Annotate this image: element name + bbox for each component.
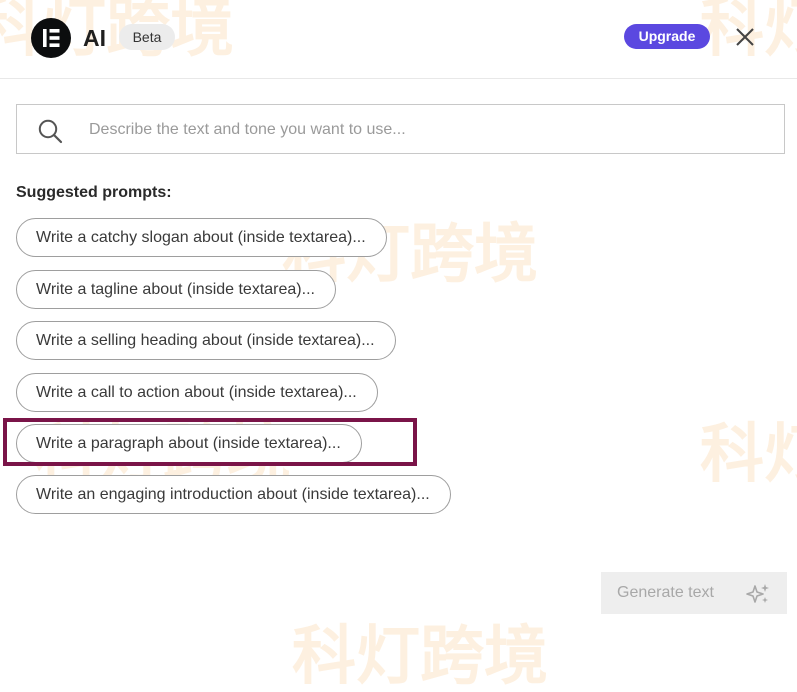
app-title: AI xyxy=(83,25,106,51)
close-icon[interactable] xyxy=(734,26,756,48)
prompt-search-field[interactable] xyxy=(16,104,785,154)
suggested-prompt-introduction[interactable]: Write an engaging introduction about (in… xyxy=(16,475,451,514)
suggested-prompt-call-to-action[interactable]: Write a call to action about (inside tex… xyxy=(16,373,378,412)
elementor-logo-icon xyxy=(31,18,71,58)
search-icon xyxy=(37,118,63,144)
watermark: 科灯跨境 xyxy=(292,620,548,692)
suggested-prompts-heading: Suggested prompts: xyxy=(16,184,172,201)
suggested-prompt-tagline[interactable]: Write a tagline about (inside textarea).… xyxy=(16,270,336,309)
generate-text-button[interactable]: Generate text xyxy=(601,572,787,614)
sparkle-icon xyxy=(745,581,771,605)
prompt-input[interactable] xyxy=(89,117,749,143)
generate-text-label: Generate text xyxy=(617,584,714,601)
upgrade-button[interactable]: Upgrade xyxy=(624,24,710,49)
suggested-prompt-slogan[interactable]: Write a catchy slogan about (inside text… xyxy=(16,218,387,257)
watermark: 科灯跨境 xyxy=(700,418,797,490)
beta-badge: Beta xyxy=(119,24,175,50)
suggested-prompt-paragraph[interactable]: Write a paragraph about (inside textarea… xyxy=(16,424,362,463)
dialog-header: AI Beta Upgrade xyxy=(0,0,797,79)
suggested-prompt-selling-heading[interactable]: Write a selling heading about (inside te… xyxy=(16,321,396,360)
